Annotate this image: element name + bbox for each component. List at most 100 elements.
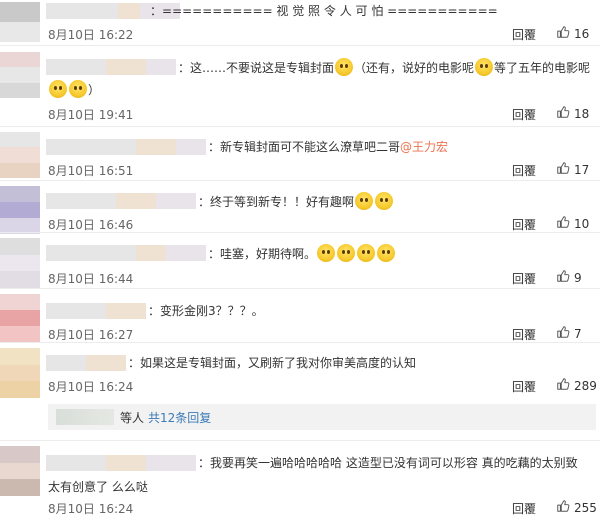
sweat-emoji (69, 80, 87, 98)
like-button[interactable]: 9 (556, 269, 582, 286)
avatar[interactable] (0, 132, 40, 178)
like-button[interactable]: 18 (556, 105, 589, 122)
like-count: 10 (574, 216, 590, 231)
divider (0, 180, 600, 181)
comment-text-line2: ） (48, 80, 100, 99)
divider (0, 288, 600, 289)
like-count: 7 (574, 326, 582, 341)
reply-button[interactable]: 回覆 (512, 106, 536, 123)
comment-timestamp: 8月10日 16:51 (48, 164, 134, 178)
like-button[interactable]: 16 (556, 25, 589, 42)
comment-text-segment: ：变形金刚3？？？。 (148, 304, 264, 318)
username-blurred (56, 409, 114, 425)
avatar[interactable] (0, 238, 40, 288)
comment-text: ：如果这是专辑封面，又刷新了我对你审美高度的认知 (128, 354, 416, 372)
mention-link[interactable]: @王力宏 (400, 140, 448, 154)
like-count: 255 (574, 500, 597, 515)
smile-emoji (475, 58, 494, 76)
avatar[interactable] (0, 294, 40, 342)
comment-timestamp: 8月10日 16:27 (48, 328, 134, 342)
comment-text: ：这……不要说这是专辑封面 （还有，说好的电影呢 等了五年的电影呢 (178, 58, 590, 77)
comment-timestamp: 8月10日 16:24 (48, 502, 134, 516)
username-blurred[interactable] (46, 193, 196, 209)
comment-text-segment: ： (150, 4, 163, 18)
avatar[interactable] (0, 2, 40, 42)
thumbs-up-icon (556, 215, 570, 232)
avatar[interactable] (0, 186, 40, 234)
comment-text: ：我要再笑一遍哈哈哈哈哈 这造型已没有词可以形容 真的吃藕的太别致 (198, 454, 578, 472)
like-count: 18 (574, 106, 590, 121)
comment-timestamp: 8月10日 19:41 (48, 108, 134, 122)
divider (0, 440, 600, 441)
thumbs-up-icon (556, 377, 570, 394)
comment-text-segment: ：新专辑封面可不能这么潦草吧二哥 (208, 140, 401, 154)
username-blurred[interactable] (46, 355, 126, 371)
divider (0, 45, 600, 46)
surprised-emoji (375, 192, 394, 210)
surprised-emoji (355, 192, 374, 210)
comment-text-segment: （还有，说好的电影呢 (354, 61, 475, 75)
comment-text: ：=========== 视 觉 照 令 人 可 怕 =========== (150, 2, 498, 20)
comment-text: ：新专辑封面可不能这么潦草吧二哥@王力宏 (208, 138, 448, 156)
comment-text-segment: ：哇塞，好期待啊。 (208, 247, 317, 261)
comment-text-segment: =========== 视 觉 照 令 人 可 怕 =========== (162, 4, 498, 18)
sub-reply-summary[interactable]: 等人 共12条回复 (48, 404, 596, 430)
comment-timestamp: 8月10日 16:44 (48, 272, 134, 286)
divider (0, 126, 600, 127)
username-blurred[interactable] (46, 139, 206, 155)
thumbs-up-icon (556, 25, 570, 42)
comment-text: ：哇塞，好期待啊。 (208, 244, 396, 263)
thumbs-up-icon (556, 499, 570, 516)
divider (0, 342, 600, 343)
wow-emoji (357, 244, 376, 262)
reply-button[interactable]: 回覆 (512, 326, 536, 343)
view-replies-link[interactable]: 共12条回复 (148, 409, 211, 426)
username-blurred[interactable] (46, 59, 176, 75)
wow-emoji (317, 244, 336, 262)
like-count: 9 (574, 270, 582, 285)
username-blurred[interactable] (46, 455, 196, 471)
like-button[interactable]: 17 (556, 161, 589, 178)
avatar[interactable] (0, 446, 40, 496)
comment-text: ：终于等到新专！！好有趣啊 (198, 192, 394, 211)
comment-list: ：=========== 视 觉 照 令 人 可 怕 =========== 8月… (0, 0, 600, 525)
like-count: 17 (574, 162, 590, 177)
like-button[interactable]: 289 (556, 377, 597, 394)
comment-text: ：变形金刚3？？？。 (148, 302, 264, 320)
thumbs-up-icon (556, 161, 570, 178)
thumbs-up-icon (556, 325, 570, 342)
like-button[interactable]: 10 (556, 215, 589, 232)
comment-text-segment: 等了五年的电影呢 (494, 61, 591, 75)
comment-text-segment: 太有创意了 么么哒 (48, 480, 148, 494)
comment-timestamp: 8月10日 16:24 (48, 380, 134, 394)
username-blurred[interactable] (46, 245, 206, 261)
reply-button[interactable]: 回覆 (512, 500, 536, 517)
like-button[interactable]: 255 (556, 499, 597, 516)
comment-text-segment: ：我要再笑一遍哈哈哈哈哈 这造型已没有词可以形容 真的吃藕的太别致 (198, 456, 578, 470)
like-button[interactable]: 7 (556, 325, 582, 342)
thumbs-up-icon (556, 269, 570, 286)
like-count: 16 (574, 26, 590, 41)
username-blurred[interactable] (46, 303, 146, 319)
comment-text-segment: ：终于等到新专！！好有趣啊 (198, 195, 355, 209)
reply-button[interactable]: 回覆 (512, 378, 536, 395)
comment-text-segment: ） (88, 83, 101, 97)
reply-button[interactable]: 回覆 (512, 26, 536, 43)
comment-timestamp: 8月10日 16:46 (48, 218, 134, 232)
like-count: 289 (574, 378, 597, 393)
sweat-emoji (49, 80, 67, 98)
wow-emoji (377, 244, 396, 262)
sub-reply-prefix: 等人 (120, 410, 145, 425)
reply-button[interactable]: 回覆 (512, 270, 536, 287)
reply-button[interactable]: 回覆 (512, 162, 536, 179)
laugh-cry-emoji (335, 58, 354, 76)
comment-text-line2: 太有创意了 么么哒 (48, 478, 148, 496)
comment-text-segment: ：如果这是专辑封面，又刷新了我对你审美高度的认知 (128, 356, 417, 370)
avatar[interactable] (0, 52, 40, 98)
avatar[interactable] (0, 348, 40, 398)
reply-button[interactable]: 回覆 (512, 216, 536, 233)
comment-timestamp: 8月10日 16:22 (48, 28, 134, 42)
thumbs-up-icon (556, 105, 570, 122)
comment-text-segment: ：这……不要说这是专辑封面 (178, 61, 335, 75)
wow-emoji (337, 244, 356, 262)
